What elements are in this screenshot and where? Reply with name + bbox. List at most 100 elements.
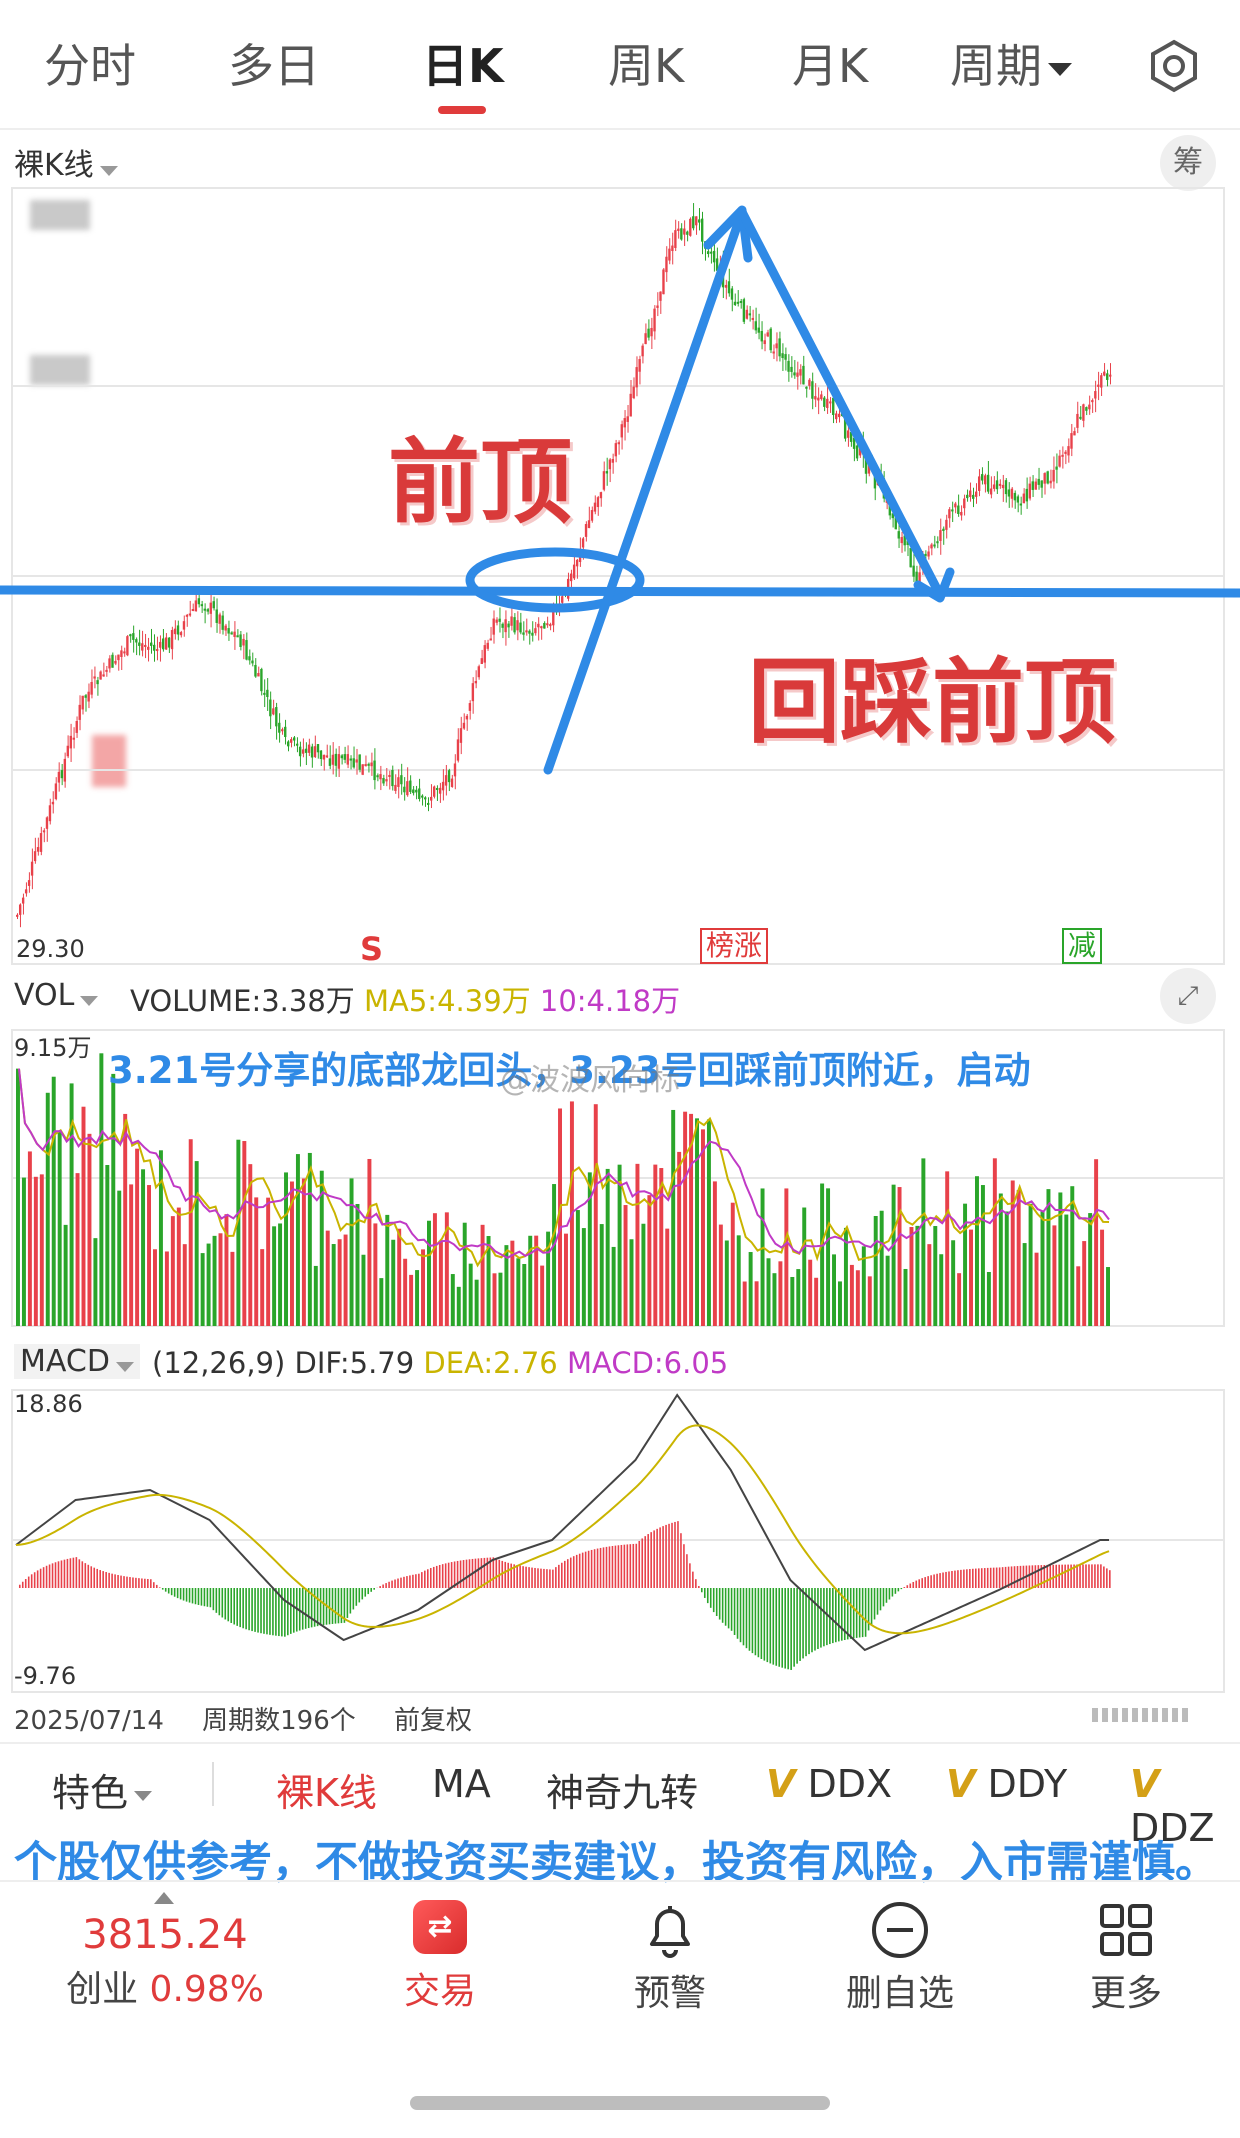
macd-histogram-bar [632,1543,635,1588]
macd-histogram-bar [480,1558,483,1588]
volume-bar [724,1240,729,1326]
candle-body [1004,480,1008,495]
macd-indicator-dropdown[interactable]: MACD [14,1344,140,1379]
remove-watchlist-button[interactable]: 删自选 [830,1900,970,2016]
volume-bar [635,1163,640,1326]
rank-rise-flag[interactable]: 榜涨 [700,928,769,964]
macd-histogram-bar [590,1549,593,1588]
volume-bar [295,1154,300,1326]
candle-body [924,553,927,556]
candle-body [581,538,585,548]
candle-body [468,703,472,711]
candle-body [983,475,987,485]
volume-bar [176,1207,181,1326]
macd-histogram-bar [182,1588,185,1601]
macd-histogram-bar [203,1588,206,1607]
candle-body [1085,407,1088,411]
macd-histogram-bar [540,1568,542,1588]
volume-bar [736,1235,741,1326]
candle-body [343,754,346,760]
candle-body [632,386,635,399]
toolbar-magic-nine[interactable]: 神奇九转 [546,1762,698,1817]
macd-histogram-bar [197,1588,200,1605]
candle-body [656,305,659,308]
volume-bar [474,1279,479,1326]
volume-bar [790,1276,795,1326]
candle-body [367,763,370,766]
expand-up-icon[interactable] [154,1892,174,1904]
toolbar-ddx[interactable]: V DDX [766,1762,892,1806]
volume-bar [659,1168,664,1326]
macd-histogram-bar [626,1544,629,1588]
candle-body [456,739,460,761]
home-indicator[interactable] [410,2096,830,2110]
volume-indicator-dropdown[interactable]: VOL [14,978,99,1013]
macd-histogram-bar [507,1562,510,1588]
macd-histogram-bar [254,1588,256,1632]
candle-body [361,764,364,775]
macd-histogram-bar [364,1588,367,1597]
volume-bar [593,1104,598,1326]
candle-body [480,658,483,664]
macd-histogram-bar [638,1540,641,1588]
candle-body [650,327,653,337]
candle-body [930,544,933,549]
toolbar-ma[interactable]: MA [432,1762,491,1806]
macd-histogram-bar [849,1588,852,1639]
volume-bar [1034,1252,1039,1326]
sell-signal-flag[interactable]: S [360,930,383,968]
toolbar-naked-k[interactable]: 裸K线 [276,1762,377,1817]
volume-bar [272,1226,277,1326]
trade-button[interactable]: ⇄ 交易 [380,1900,500,2014]
macd-histogram-bar [564,1560,566,1588]
macd-histogram-bar [227,1588,230,1622]
feature-dropdown[interactable]: 特色 [52,1762,153,1817]
expand-icon[interactable]: ⤢ [1160,968,1216,1024]
candle-body [57,771,61,783]
reduce-holding-flag[interactable]: 减 [1062,928,1103,964]
volume-bar [129,1184,134,1326]
candle-body [424,797,427,800]
candle-body [665,256,668,273]
candle-body [1106,373,1109,380]
macd-histogram-bar [248,1588,250,1631]
macd-histogram-bar [584,1551,587,1588]
candle-body [236,635,239,638]
candle-body [248,656,251,661]
macd-histogram-bar [992,1567,995,1588]
candle-body [599,492,603,499]
volume-bar [432,1213,437,1326]
macd-histogram-bar [683,1544,685,1588]
candle-body [689,218,692,236]
candle-body [167,637,171,648]
macd-histogram-bar [736,1588,739,1639]
volume-bar [498,1272,503,1326]
bell-icon [650,1906,690,1958]
candle-body [465,715,469,720]
index-ticker[interactable]: 3815.24 创业 0.98% [40,1912,290,2012]
macd-histogram-bar [721,1588,724,1623]
macd-histogram-bar [361,1588,364,1600]
macd-histogram-bar [492,1557,495,1588]
volume-bar [778,1261,783,1326]
price-adjust-mode[interactable]: 前复权 [394,1706,472,1736]
more-button[interactable]: 更多 [1066,1900,1186,2016]
volume-bar [945,1171,950,1326]
macd-histogram-bar [799,1588,801,1661]
macd-histogram-bar [674,1521,676,1588]
candle-body [239,634,242,647]
macd-histogram-bar [1004,1566,1007,1588]
candle-body [471,683,475,702]
period-count: 周期数196个 [202,1706,356,1736]
macd-histogram-bar [27,1576,30,1588]
macd-histogram-bar [206,1588,209,1607]
trade-icon: ⇄ [413,1900,467,1954]
volume-bar [462,1222,467,1326]
macd-histogram-bar [233,1588,236,1625]
candle-body [796,372,799,377]
macd-histogram-bar [790,1588,792,1670]
alert-button[interactable]: 预警 [610,1900,730,2016]
scroll-indicator[interactable] [1092,1708,1192,1722]
macd-histogram-bar [173,1588,176,1597]
toolbar-ddy[interactable]: V DDY [946,1762,1067,1806]
